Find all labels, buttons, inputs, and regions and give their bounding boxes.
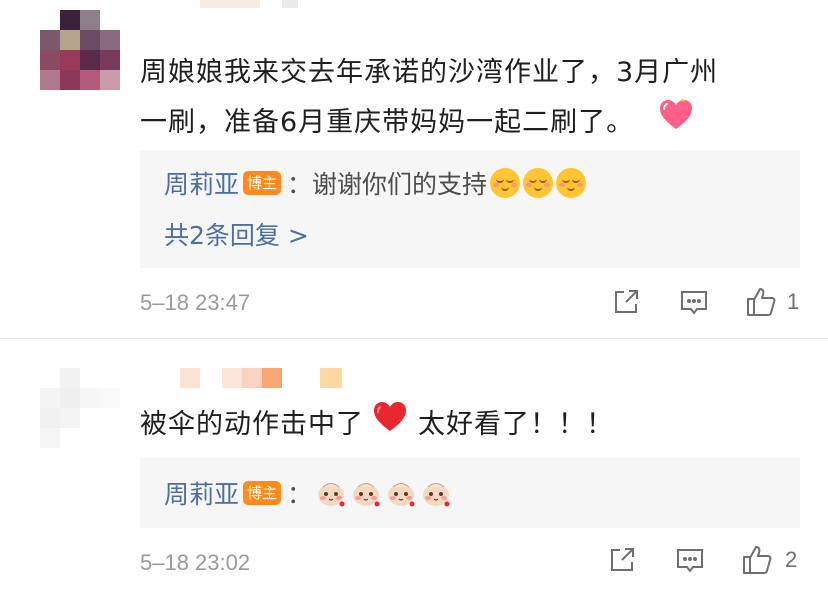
avatar-pixel xyxy=(80,70,100,90)
reply-line: 周莉亚 博主 ： 谢谢你们的支持 xyxy=(164,165,587,201)
comment-item: 被伞的动作击中了 太好看了！！！ 周莉亚 博主 ： 5–18 23:02 2 xyxy=(0,338,828,592)
comment-icon xyxy=(676,548,704,574)
share-button[interactable] xyxy=(608,546,636,574)
comment-text-part: 被伞的动作击中了 xyxy=(140,409,364,440)
comment-text-line: 周娘娘我来交去年承诺的沙湾作业了，3月广州 xyxy=(140,57,719,88)
avatar-pixel xyxy=(60,70,80,90)
reply-line: 周莉亚 博主 ： xyxy=(164,476,452,510)
blur-block xyxy=(262,368,282,388)
avatar-pixel xyxy=(80,368,100,388)
avatar-pixel xyxy=(40,30,60,50)
reply-author[interactable]: 周莉亚 xyxy=(164,165,239,201)
reply-box[interactable]: 周莉亚 博主 ： 谢谢你们的支持 共2条回复 > xyxy=(140,150,800,268)
avatar-pixel xyxy=(100,30,120,50)
comment-icon xyxy=(680,290,708,316)
avatar-pixel xyxy=(80,30,100,50)
avatar[interactable] xyxy=(40,10,120,90)
like-count: 2 xyxy=(785,547,798,572)
reply-text: 谢谢你们的支持 xyxy=(312,170,488,199)
like-count: 1 xyxy=(787,289,800,314)
avatar-pixel xyxy=(80,50,100,70)
avatar-pixel xyxy=(80,388,100,408)
blur-block xyxy=(242,368,262,388)
avatar-pixel xyxy=(80,10,100,30)
blur-block xyxy=(222,368,242,388)
avatar-pixel xyxy=(40,10,60,30)
avatar-pixel xyxy=(60,50,80,70)
smile-emoji xyxy=(556,168,587,198)
red-heart-icon xyxy=(372,400,408,450)
baozi-emoji xyxy=(315,478,347,508)
comment-text: 周娘娘我来交去年承诺的沙湾作业了，3月广州 一刷，准备6月重庆带妈妈一起二刷了。 xyxy=(140,48,718,148)
comment-text: 被伞的动作击中了 太好看了！！！ xyxy=(140,400,614,450)
avatar-pixel xyxy=(40,50,60,70)
reply-colon: ： xyxy=(287,480,313,509)
avatar-pixel xyxy=(40,408,60,428)
smile-emoji xyxy=(523,168,554,198)
baozi-emoji xyxy=(350,478,382,508)
blogger-badge: 博主 xyxy=(243,171,282,195)
avatar-pixel xyxy=(80,408,100,428)
timestamp: 5–18 23:47 xyxy=(140,290,251,315)
thumbs-up-icon xyxy=(745,286,777,318)
blur-block xyxy=(200,0,260,8)
timestamp: 5–18 23:02 xyxy=(140,550,251,575)
avatar-pixel xyxy=(40,428,60,448)
comment-button[interactable] xyxy=(680,290,708,316)
reply-box[interactable]: 周莉亚 博主 ： xyxy=(140,458,800,528)
avatar-pixel xyxy=(60,408,80,428)
reply-author[interactable]: 周莉亚 xyxy=(164,475,239,511)
avatar-pixel xyxy=(60,388,80,408)
comment-text-part: 太好看了！！！ xyxy=(418,409,614,440)
avatar-pixel xyxy=(60,10,80,30)
avatar-pixel xyxy=(100,368,120,388)
avatar-pixel xyxy=(60,428,80,448)
avatar-pixel xyxy=(100,50,120,70)
comment-item: 周娘娘我来交去年承诺的沙湾作业了，3月广州 一刷，准备6月重庆带妈妈一起二刷了。… xyxy=(0,0,828,338)
baozi-emoji xyxy=(420,478,452,508)
avatar-pixel xyxy=(100,408,120,428)
avatar-pixel xyxy=(40,368,60,388)
share-button[interactable] xyxy=(612,288,640,316)
avatar-pixel xyxy=(60,30,80,50)
avatar[interactable] xyxy=(40,368,120,448)
avatar-pixel xyxy=(40,70,60,90)
blur-block xyxy=(180,368,200,388)
like-button[interactable]: 1 xyxy=(745,286,799,318)
share-icon xyxy=(612,288,640,316)
comment-text-line: 一刷，准备6月重庆带妈妈一起二刷了。 xyxy=(140,107,635,138)
avatar-pixel xyxy=(100,70,120,90)
more-replies-link[interactable]: 共2条回复 > xyxy=(164,216,309,252)
like-button[interactable]: 2 xyxy=(741,544,797,576)
comment-button[interactable] xyxy=(676,548,704,574)
avatar-pixel xyxy=(80,428,100,448)
blur-block xyxy=(282,0,298,8)
comment-text-line-2: 一刷，准备6月重庆带妈妈一起二刷了。 xyxy=(140,97,718,148)
baozi-emoji xyxy=(385,478,417,508)
thumbs-up-icon xyxy=(741,544,773,576)
avatar-pixel xyxy=(100,10,120,30)
avatar-pixel xyxy=(40,388,60,408)
avatar-pixel xyxy=(100,428,120,448)
share-icon xyxy=(608,546,636,574)
avatar-pixel xyxy=(60,368,80,388)
avatar-pixel xyxy=(100,388,120,408)
smile-emoji xyxy=(490,168,521,198)
blur-block xyxy=(320,368,342,388)
reply-colon: ： xyxy=(287,170,313,199)
username-blurred[interactable] xyxy=(160,368,350,390)
blogger-badge: 博主 xyxy=(243,481,282,505)
username-blurred[interactable] xyxy=(200,0,320,8)
pink-heart-icon xyxy=(658,97,694,148)
